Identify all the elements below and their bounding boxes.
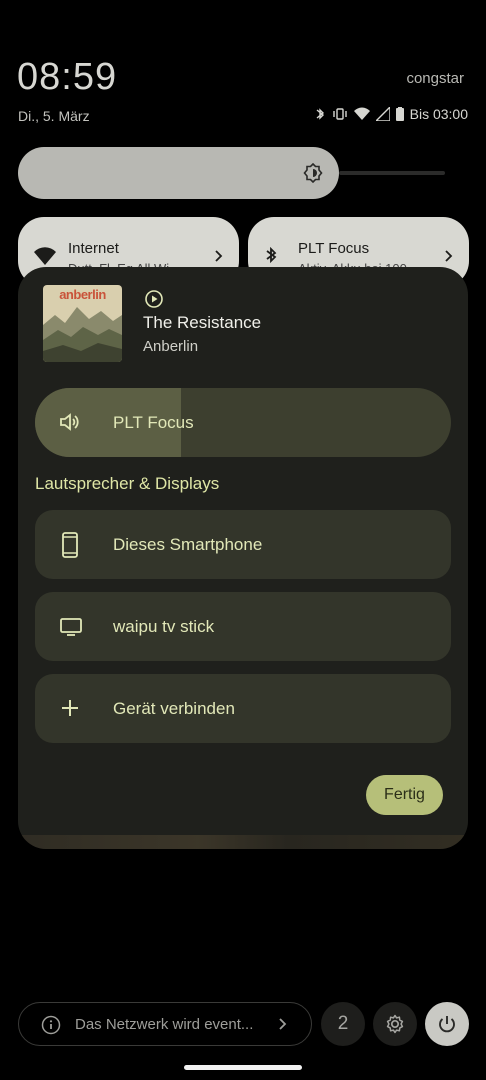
volume-device-label: PLT Focus	[113, 413, 194, 432]
wifi-icon	[353, 107, 370, 120]
chevron-right-icon	[215, 250, 223, 262]
chevron-right-icon	[279, 1018, 287, 1030]
song-title: The Resistance	[143, 313, 262, 332]
gear-icon	[386, 1014, 404, 1034]
chevron-right-icon	[445, 250, 453, 262]
tile-title: Internet	[68, 240, 119, 257]
brightness-slider[interactable]	[18, 147, 446, 199]
wifi-icon	[34, 247, 56, 265]
connect-device-button[interactable]: Gerät verbinden	[35, 674, 451, 743]
home-gesture-handle[interactable]	[184, 1065, 302, 1070]
bluetooth-icon	[316, 108, 324, 120]
settings-button[interactable]	[373, 1002, 417, 1046]
network-notice-pill[interactable]: Das Netzwerk wird event...	[18, 1002, 312, 1046]
bluetooth-icon	[266, 247, 277, 264]
battery-icon	[395, 107, 404, 121]
album-art: anberlin	[43, 285, 122, 362]
tv-icon	[60, 618, 82, 636]
play-badge-icon	[145, 290, 163, 308]
done-button[interactable]: Fertig	[366, 775, 443, 815]
song-artist: Anberlin	[143, 338, 199, 355]
network-notice-text: Das Netzwerk wird event...	[75, 1016, 254, 1033]
device-waipu-tv-stick[interactable]: waipu tv stick	[35, 592, 451, 661]
plus-icon	[62, 700, 78, 716]
info-icon	[41, 1015, 61, 1035]
smartphone-icon	[62, 532, 78, 558]
brightness-fill	[18, 147, 339, 199]
brightness-rail	[339, 171, 445, 175]
device-label: Gerät verbinden	[113, 699, 235, 718]
date: Di., 5. März	[18, 108, 90, 124]
brightness-icon	[303, 163, 323, 183]
carrier-name: congstar	[406, 70, 464, 87]
album-logo: anberlin	[59, 287, 106, 302]
device-label: waipu tv stick	[113, 617, 215, 636]
signal-icon	[375, 107, 390, 121]
user-switch-button[interactable]: 2	[321, 1002, 365, 1046]
clock: 08:59	[17, 56, 118, 98]
vibrate-icon	[332, 108, 347, 120]
status-icons: Bis 03:00	[314, 106, 468, 122]
media-output-panel: anberlin The Resistance Anberlin PLT Foc…	[18, 267, 468, 849]
device-this-smartphone[interactable]: Dieses Smartphone	[35, 510, 451, 579]
user-count: 2	[337, 1013, 349, 1034]
output-section-title: Lautsprecher & Displays	[35, 474, 220, 493]
speaker-icon	[60, 413, 79, 431]
power-button[interactable]	[425, 1002, 469, 1046]
battery-text: Bis 03:00	[409, 106, 468, 122]
tile-title: PLT Focus	[298, 240, 370, 257]
volume-slider[interactable]: PLT Focus	[35, 388, 451, 457]
power-icon	[439, 1016, 455, 1033]
panel-bottom-edge	[18, 835, 468, 849]
device-label: Dieses Smartphone	[113, 535, 263, 554]
